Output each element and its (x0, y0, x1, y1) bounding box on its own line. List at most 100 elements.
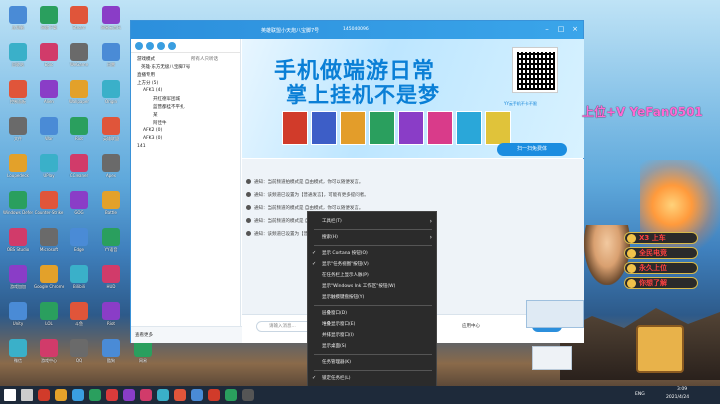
desktop-icon[interactable]: Apex (96, 154, 126, 188)
context-menu-item[interactable]: 显示"Windows Ink 工作区"按钮(W) (308, 281, 438, 292)
app-icon[interactable] (123, 389, 135, 401)
app-icon[interactable] (225, 389, 237, 401)
desktop-icon[interactable]: Loupedeck (3, 154, 33, 188)
mini-popup-2[interactable] (532, 346, 572, 370)
context-menu-item[interactable]: 层叠窗口(D) (308, 308, 438, 319)
desktop-icon[interactable]: 斗鱼 (64, 302, 94, 336)
desktop-icon[interactable]: Battle (96, 191, 126, 225)
language-indicator[interactable]: ENG (635, 392, 645, 397)
app-icon[interactable] (72, 389, 84, 401)
desktop-icon[interactable]: 游戏中心 (34, 339, 64, 373)
desktop-icon[interactable]: 酷狗 (96, 339, 126, 373)
ad-banner[interactable]: 手机做端游日常 掌上挂机不是梦 YY云手机不卡不限 扫一扫免费体 (242, 39, 584, 158)
home-icon[interactable] (135, 42, 143, 50)
desktop-icon[interactable]: YY语音 (96, 228, 126, 262)
context-menu-item[interactable]: 显示桌面(S) (308, 341, 438, 352)
desktop-icon[interactable]: 游戏加加 (3, 265, 33, 299)
channel-tree-item[interactable]: 游戏模式 (137, 56, 155, 62)
desktop-icon[interactable]: CCleaner (64, 154, 94, 188)
channel-tree-item[interactable]: AFK2 (0) (143, 128, 162, 133)
context-menu-item[interactable]: 工具栏(T) › (308, 216, 438, 227)
desktop-icon[interactable]: OBS Studio (3, 228, 33, 262)
desktop-icon[interactable]: LOL (34, 302, 64, 336)
desktop-icon[interactable]: 网络下载 (34, 6, 64, 40)
desktop-icon[interactable]: 回收站 (3, 43, 33, 77)
channel-tree-item[interactable]: 阿佳牛 (153, 120, 167, 126)
channel-tree-item[interactable]: 英雄·东方无极八宝脚7号 (141, 64, 190, 70)
settings-icon[interactable] (168, 42, 176, 50)
desktop-icon[interactable]: HUD (96, 265, 126, 299)
channel-tree-item[interactable]: 某 (153, 112, 158, 118)
desktop-icon[interactable]: UPlay (34, 154, 64, 188)
channel-tree-item[interactable]: AFK1 (4) (143, 88, 162, 93)
desktop-icon[interactable]: Google Chrome (34, 265, 64, 299)
start-icon[interactable] (4, 389, 16, 401)
window-titlebar[interactable]: 英雄联盟小天炮八宝脚7号 145040096 – □ × (131, 21, 583, 39)
desktop-icon[interactable]: Bilibili (64, 265, 94, 299)
desktop-icon[interactable]: 控制面板 (3, 80, 33, 114)
scan-free-button[interactable]: 扫一扫免费体 (497, 143, 567, 156)
game-tile[interactable] (282, 111, 308, 145)
context-menu-item[interactable]: 并排显示窗口(I) (308, 330, 438, 341)
app-icon[interactable] (55, 389, 67, 401)
game-tile[interactable] (427, 111, 453, 145)
app-icon[interactable] (89, 389, 101, 401)
clock-time[interactable]: 3:09 (677, 387, 687, 392)
channel-tree-item[interactable]: 141 (137, 144, 146, 149)
mini-popup[interactable] (526, 300, 584, 328)
app-icon[interactable] (191, 389, 203, 401)
desktop-icon[interactable]: Riot (64, 117, 94, 151)
desktop-icon[interactable]: Epic (34, 43, 64, 77)
maximize-button[interactable]: □ (555, 24, 567, 35)
minimize-button[interactable]: – (541, 24, 553, 35)
game-tile[interactable] (311, 111, 337, 145)
channel-tree-item[interactable]: 蓝营都挂不平扎 (153, 104, 185, 110)
desktop-icon[interactable]: Origin (96, 80, 126, 114)
desktop-icon[interactable]: 网易云音乐 (96, 6, 126, 40)
desktop-icon[interactable]: Steam (64, 6, 94, 40)
context-menu-item[interactable]: 搜索(H) › (308, 232, 438, 243)
app-center-link[interactable]: 应用中心 (462, 323, 480, 329)
channel-tree-item[interactable]: 开红德军团城 (153, 96, 180, 102)
app-icon[interactable] (242, 389, 254, 401)
app-icon[interactable] (174, 389, 186, 401)
desktop-icon[interactable]: 英雄联盟 (96, 117, 126, 151)
desktop-icon[interactable]: War (34, 117, 64, 151)
app-icon[interactable] (208, 389, 220, 401)
desktop-icon[interactable]: 微信 (3, 339, 33, 373)
context-menu-item[interactable]: 任务管理器(K) (308, 357, 438, 368)
game-tile[interactable] (398, 111, 424, 145)
close-button[interactable]: × (569, 24, 581, 35)
user-icon[interactable] (146, 42, 154, 50)
desktop-icon[interactable]: 此电脑 (3, 6, 33, 40)
clock-date[interactable]: 2021/4/24 (666, 395, 689, 400)
desktop-icon[interactable]: Microsoft (34, 228, 64, 262)
game-tile[interactable] (456, 111, 482, 145)
desktop-icon[interactable]: WeGame (64, 43, 94, 77)
game-tile[interactable] (485, 111, 511, 145)
desktop-icon[interactable]: 网易 (128, 339, 158, 373)
task-view-icon[interactable] (38, 389, 50, 401)
sidebar-more-label[interactable]: 查看更多 (135, 332, 153, 338)
context-menu-item[interactable]: 堆叠显示窗口(E) (308, 319, 438, 330)
group-icon[interactable] (157, 42, 165, 50)
context-menu-item[interactable]: ✓ 锁定任务栏(L) (308, 373, 438, 384)
desktop-icon[interactable]: Riot (96, 302, 126, 336)
context-menu-item[interactable]: 显示触摸键盘按钮(Y) (308, 292, 438, 303)
desktop-icon[interactable]: Unity (3, 302, 33, 336)
channel-tree-item[interactable]: 上方分 (5) (137, 80, 158, 86)
game-tile[interactable] (369, 111, 395, 145)
desktop-icon[interactable]: QQ (64, 339, 94, 373)
channel-tree-item[interactable]: AFK3 (0) (143, 136, 162, 141)
desktop-icon[interactable]: Counter-Strike (34, 191, 64, 225)
game-tile[interactable] (340, 111, 366, 145)
search-icon[interactable] (21, 389, 33, 401)
desktop-icon[interactable]: GOG (64, 191, 94, 225)
app-icon[interactable] (157, 389, 169, 401)
desktop-icon[interactable]: 文件 (3, 117, 33, 151)
desktop-icon[interactable]: Alien (34, 80, 64, 114)
context-menu-item[interactable]: 在任务栏上显示人脉(P) (308, 270, 438, 281)
channel-tree-item[interactable]: 直播专用 (137, 72, 155, 78)
context-menu-item[interactable]: ✓ 显示 Cortana 按钮(O) (308, 248, 438, 259)
context-menu-item[interactable]: ✓ 显示"任务视图"按钮(V) (308, 259, 438, 270)
